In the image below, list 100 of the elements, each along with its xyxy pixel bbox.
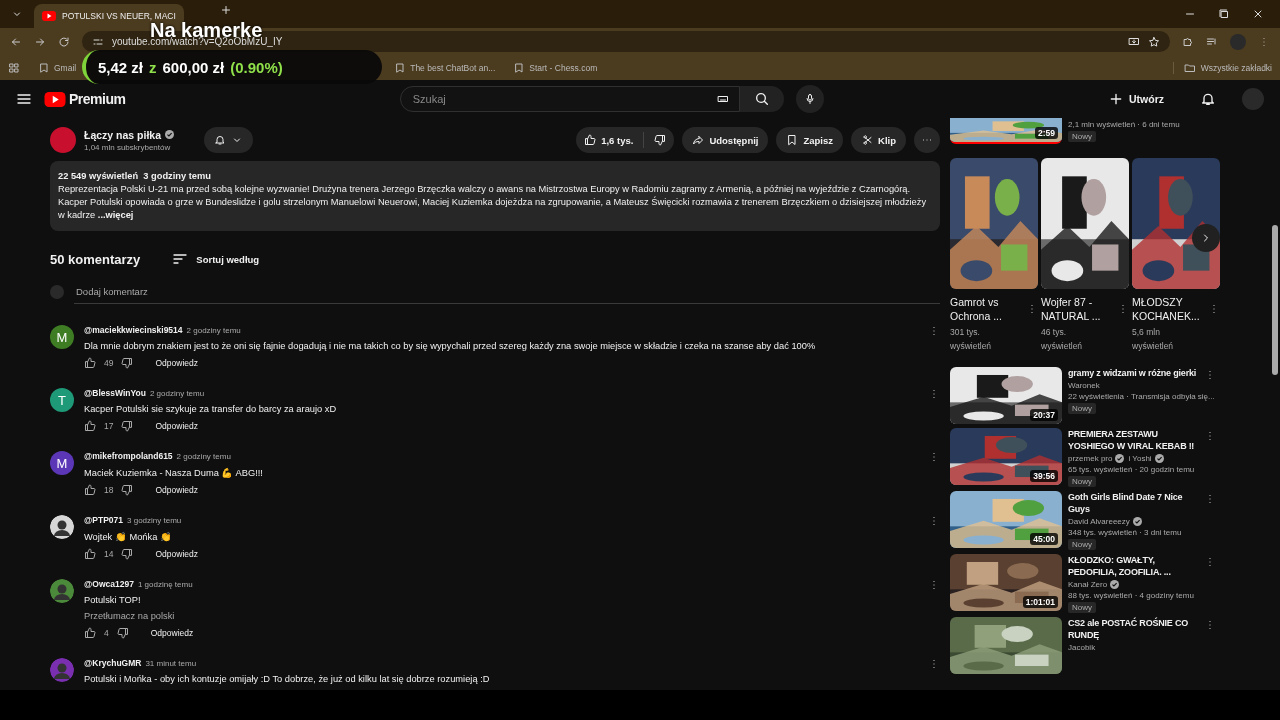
menu-button[interactable] (16, 91, 32, 107)
like-button[interactable] (84, 548, 96, 560)
like-button[interactable] (84, 420, 96, 432)
notifications-button[interactable] (1200, 91, 1216, 107)
menu-icon (16, 91, 32, 107)
bookmark[interactable]: The best ChatBot an... (394, 61, 496, 74)
channel-avatar[interactable] (50, 127, 76, 153)
channel-name[interactable]: i Yoshi (1128, 454, 1152, 463)
video-title[interactable]: KŁODZKO: GWAŁTY, PEDOFILIA, ZOOFILIA. ... (1068, 554, 1220, 578)
search-bar[interactable]: Szukaj (399, 86, 740, 112)
channel-name[interactable]: przemek pro (1068, 454, 1113, 463)
search-field[interactable]: Szukaj (410, 92, 717, 106)
goal-joiner: z (149, 58, 157, 76)
comment-author[interactable]: @mikefrompoland615 (84, 451, 173, 461)
dislike-button[interactable] (116, 627, 129, 639)
thumbs-down-icon (121, 420, 134, 432)
plus-icon (1108, 91, 1124, 107)
comment-author[interactable]: @KrychuGMR (84, 658, 142, 668)
video-duration: 39:56 (1030, 470, 1058, 482)
translate-link[interactable]: Przetłumacz na polski (84, 611, 175, 621)
avatar[interactable] (50, 515, 74, 539)
comment-time[interactable]: 2 godziny temu (149, 389, 205, 398)
reply-button[interactable]: Odpowiedz (155, 549, 198, 559)
scissors-icon (861, 134, 874, 146)
like-button[interactable] (84, 484, 96, 496)
comment-author[interactable]: @Owca1297 (84, 579, 134, 589)
media-icon (1206, 35, 1218, 48)
share-button[interactable]: Udostępnij (682, 127, 769, 153)
thumbs-up-icon (84, 420, 96, 432)
thumbs-up-icon (84, 484, 96, 496)
short-views: 46 tys. wyświetleń (1041, 326, 1084, 353)
like-count: 14 (104, 549, 114, 559)
reply-button[interactable]: Odpowiedz (155, 485, 198, 495)
comment-time[interactable]: 1 godzinę temu (137, 580, 193, 589)
all-bookmarks-button[interactable]: Wszystkie zakładki (1172, 61, 1272, 74)
video-meta: 348 tys. wyświetleń · 3 dni temu (1068, 528, 1183, 537)
like-count: 4 (104, 628, 109, 638)
close-icon (1252, 8, 1264, 20)
dislike-button[interactable] (121, 548, 134, 560)
like-button[interactable] (84, 627, 96, 639)
reply-button[interactable]: Odpowiedz (155, 421, 198, 431)
subscription-bell-button[interactable] (204, 127, 254, 153)
comment-time[interactable]: 3 godziny temu (127, 516, 182, 525)
comment-field[interactable]: Dodaj komentarz (74, 280, 940, 304)
bookmark[interactable]: Gmail (38, 61, 77, 74)
youtube-logo[interactable]: Premium (44, 91, 126, 107)
dislike-button[interactable] (121, 484, 134, 496)
like-button[interactable] (84, 357, 96, 369)
short-title[interactable]: Wojfer 87 - NATURAL ... (1041, 295, 1117, 323)
clip-button[interactable]: Klip (851, 127, 906, 153)
search-button[interactable] (739, 86, 784, 112)
description-panel[interactable] (50, 161, 940, 231)
comment-time[interactable]: 2 godziny temu (186, 326, 241, 335)
scrollbar[interactable] (1272, 225, 1278, 375)
video-meta: 88 tys. wyświetleń · 4 godziny temu (1068, 591, 1195, 600)
goal-percent: (0.90%) (230, 58, 283, 76)
sort-button[interactable]: Sortuj według (172, 251, 260, 267)
microphone-icon (803, 93, 816, 105)
share-icon (692, 134, 705, 146)
video-title[interactable]: gramy z widzami w różne gierki (1068, 367, 1220, 379)
dislike-button[interactable] (121, 420, 134, 432)
channel-name[interactable]: Jacobik (1068, 643, 1096, 652)
create-button[interactable]: Utwórz (1098, 85, 1174, 113)
short-title[interactable]: MŁODSZY KOCHANEK... (1132, 295, 1208, 323)
view-stats: 22 549 wyświetleń 3 godziny temu (58, 170, 212, 183)
bookmark-page-icon (38, 61, 50, 74)
dislike-button[interactable] (121, 357, 134, 369)
channel-name[interactable]: David Alvareeezy (1068, 517, 1130, 526)
reply-button[interactable]: Odpowiedz (150, 628, 194, 638)
voice-search-button[interactable] (795, 85, 824, 113)
youtube-icon (42, 11, 56, 21)
video-duration: 1:01:01 (1022, 596, 1058, 608)
show-more-link[interactable]: ...więcej (97, 210, 134, 220)
comment-author[interactable]: @BlessWinYou (84, 388, 146, 398)
save-button[interactable]: Zapisz (776, 127, 844, 153)
like-button[interactable]: 1,6 tys. (576, 127, 642, 153)
avatar[interactable]: T (50, 388, 74, 412)
new-badge: Nowy (1068, 602, 1096, 613)
comment-author[interactable]: @PTP071 (84, 515, 123, 525)
channel-name[interactable]: Kanał Zero (1068, 580, 1108, 589)
verified-icon (165, 130, 175, 139)
video-title[interactable]: Goth Girls Blind Date 7 Nice Guys (1068, 491, 1220, 515)
comment-time[interactable]: 31 minut temu (145, 659, 197, 668)
comment-time[interactable]: 2 godziny temu (176, 452, 231, 461)
video-title[interactable]: CS2 ale POSTAĆ ROŚNIE CO RUNDĘ (1068, 617, 1220, 641)
description-text: Reprezentacja Polski U-21 ma przed sobą kolejne wyzwanie! Drużyna trenera Jerzego Brzęczka walczy o awans na Mistrzostwa Europy w Radomiu zagramy z Armenią, a później na wyjeździe z Czarnogórą. Kacper Potulski opowiada o grze w Bundeslidze i golu strzelonym Manuelowi Neuerowi, Maciej Kuziemka dojeżdza na zgrupowanie, a Mateusz Święcicki rozmawia z trenerem Brzęczkiem o dzisiejszej młodzieży w kadrze ...więcej (58, 183, 928, 222)
channel-name[interactable]: Łączy nas piłka (84, 128, 162, 141)
like-count: 49 (104, 358, 114, 368)
avatar[interactable]: M (50, 325, 74, 349)
folder-icon (1183, 61, 1196, 74)
video-title[interactable]: PREMIERA ZESTAWU YOSHIEGO W VIRAL KEBAB ‼ (1068, 428, 1220, 452)
comment-text: Potulski i Mońka - oby ich kontuzje omijały :D To dobrze, że już od kilku lat się dobrze rozumieją :D (84, 674, 491, 684)
short-title[interactable]: Gamrot vs Ochrona ... (950, 295, 1026, 323)
comment-author[interactable]: @maciekkwiecinski9514 (84, 325, 183, 335)
reply-button[interactable]: Odpowiedz (155, 358, 198, 368)
thumbs-down-icon (121, 548, 134, 560)
channel-name[interactable]: Waronek (1068, 381, 1100, 390)
back-icon (10, 35, 22, 48)
avatar[interactable]: M (50, 451, 74, 475)
bookmark[interactable]: Start - Chess.com (513, 61, 598, 74)
